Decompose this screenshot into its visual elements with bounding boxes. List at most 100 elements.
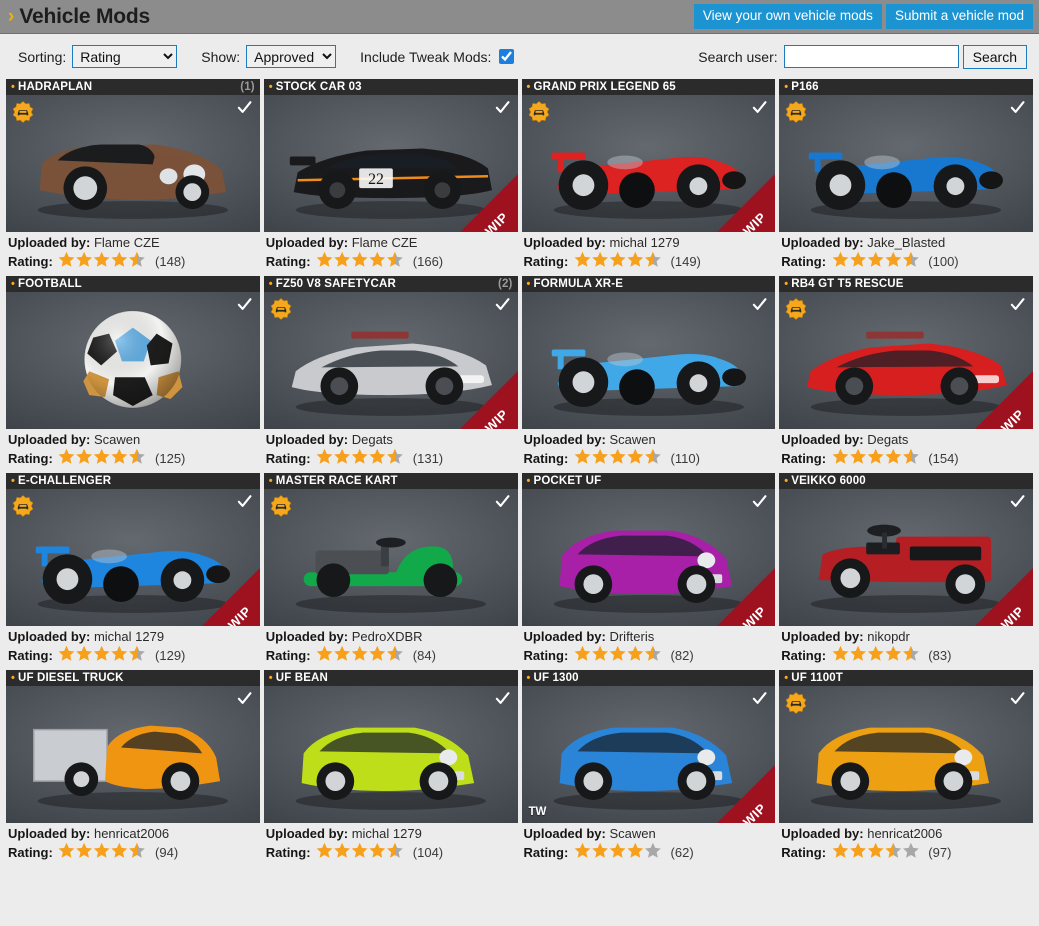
mod-card[interactable]: • POCKET UF WIP Uploaded by: Drifteris R… (521, 473, 776, 666)
bullet-icon: • (11, 277, 16, 290)
view-own-mods-button[interactable]: View your own vehicle mods (693, 4, 882, 29)
mod-thumbnail[interactable]: 22 WIP (263, 95, 518, 232)
approved-check-icon (237, 691, 252, 706)
mod-card-header: • UF 1300 (521, 670, 776, 686)
rating-line: Rating: (104) (266, 842, 516, 863)
mod-card[interactable]: • UF 1100T Uploaded by: henricat2006 Rat… (779, 670, 1033, 863)
bullet-icon: • (268, 80, 273, 93)
mod-thumbnail[interactable]: TW WIP (521, 686, 776, 823)
mod-thumbnail[interactable]: WIP (521, 95, 776, 232)
rating-vote-count: (131) (412, 451, 444, 466)
uploaded-by-label: Uploaded by: (265, 826, 349, 841)
mod-card[interactable]: • FOOTBALL Uploaded by: Scawen Rating: (… (6, 276, 260, 469)
uploader-name: Degats (867, 432, 909, 447)
mod-thumbnail[interactable]: WIP (779, 292, 1033, 429)
show-select[interactable]: ApprovedAllUnapproved (246, 45, 337, 68)
wip-ribbon: WIP (711, 168, 776, 232)
mod-meta: Uploaded by: Flame CZE Rating: (166) (263, 232, 518, 272)
mod-thumbnail[interactable]: WIP (263, 292, 518, 429)
rating-vote-count: (94) (155, 845, 179, 860)
mod-card[interactable]: • P166 Uploaded by: Jake_Blasted Rating:… (779, 79, 1033, 272)
mod-thumbnail[interactable] (6, 686, 260, 823)
mod-meta: Uploaded by: henricat2006 Rating: (97) (779, 823, 1033, 863)
rating-stars (316, 251, 406, 272)
mod-meta: Uploaded by: Degats Rating: (131) (263, 429, 518, 469)
mod-thumbnail[interactable] (6, 292, 260, 429)
uploaded-by-label: Uploaded by: (523, 826, 606, 841)
submit-mod-button[interactable]: Submit a vehicle mod (885, 4, 1033, 29)
uploader-name: henricat2006 (93, 826, 170, 841)
mod-name: FORMULA XR-E (533, 278, 624, 290)
rating-label: Rating: (781, 648, 827, 663)
mod-thumbnail[interactable] (6, 95, 260, 232)
rating-stars (832, 842, 922, 863)
mod-meta: Uploaded by: nikopdr Rating: (83) (779, 626, 1033, 666)
mod-card[interactable]: • UF DIESEL TRUCK Uploaded by: henricat2… (6, 670, 260, 863)
mod-card[interactable]: • HADRAPLAN (1) Uploaded by: Flame CZE R… (6, 79, 260, 272)
mod-thumbnail[interactable]: WIP (779, 489, 1033, 626)
mod-thumbnail[interactable] (779, 686, 1033, 823)
bullet-icon: • (526, 80, 531, 93)
search-group: Search user: Search (698, 44, 1027, 69)
vehicle-badge-icon (12, 495, 34, 517)
mod-card[interactable]: • UF BEAN Uploaded by: michal 1279 Ratin… (263, 670, 518, 863)
bullet-icon: • (784, 474, 789, 487)
rating-label: Rating: (8, 845, 53, 860)
rating-stars (58, 448, 148, 469)
rating-label: Rating: (265, 254, 311, 269)
uploader-name: henricat2006 (867, 826, 943, 841)
bullet-icon: • (784, 671, 789, 684)
rating-stars (58, 251, 148, 272)
mod-card[interactable]: • STOCK CAR 03 22 WIP Uploaded by: Flame… (263, 79, 518, 272)
mod-meta: Uploaded by: Scawen Rating: (110) (521, 429, 776, 469)
bullet-icon: • (526, 671, 531, 684)
mod-card[interactable]: • RB4 GT T5 RESCUE WIP Uploaded by: Dega… (779, 276, 1033, 469)
rating-vote-count: (97) (928, 845, 952, 860)
rating-line: Rating: (166) (266, 251, 516, 272)
uploader-line: Uploaded by: michal 1279 (266, 825, 516, 842)
rating-stars (574, 251, 664, 272)
sorting-select[interactable]: RatingDateNameDownloads (72, 45, 178, 68)
uploader-name: Flame CZE (351, 235, 418, 250)
wip-label: WIP (740, 800, 770, 823)
mod-name: P166 (791, 81, 819, 93)
vehicle-badge-icon (270, 495, 292, 517)
mod-card[interactable]: • FORMULA XR-E Uploaded by: Scawen Ratin… (521, 276, 776, 469)
mod-card-header: • FZ50 V8 SAFETYCAR (2) (263, 276, 518, 292)
show-label: Show: (201, 48, 241, 65)
uploader-line: Uploaded by: michal 1279 (524, 234, 774, 251)
rating-line: Rating: (62) (524, 842, 774, 863)
mod-card[interactable]: • E-CHALLENGER WIP Uploaded by: michal 1… (6, 473, 260, 666)
mod-thumbnail[interactable]: WIP (6, 489, 260, 626)
mod-thumbnail[interactable] (263, 686, 518, 823)
mod-thumbnail[interactable] (521, 292, 776, 429)
mod-card[interactable]: • FZ50 V8 SAFETYCAR (2) WIP Uploaded by:… (263, 276, 518, 469)
mod-name: FOOTBALL (18, 278, 82, 290)
mod-card[interactable]: • UF 1300 TW WIP Uploaded by: Scawen Rat… (521, 670, 776, 863)
search-button[interactable]: Search (962, 44, 1027, 69)
mod-card[interactable]: • GRAND PRIX LEGEND 65 WIP Uploaded by: … (521, 79, 776, 272)
rating-vote-count: (166) (412, 254, 444, 269)
uploader-line: Uploaded by: nikopdr (781, 628, 1031, 645)
rating-line: Rating: (129) (8, 645, 258, 666)
vehicle-badge-icon (528, 101, 550, 123)
uploader-name: Jake_Blasted (867, 235, 946, 250)
mod-card[interactable]: • MASTER RACE KART Uploaded by: PedroXDB… (263, 473, 518, 666)
uploaded-by-label: Uploaded by: (523, 432, 606, 447)
search-user-input[interactable] (783, 45, 959, 68)
rating-vote-count: (125) (155, 451, 186, 466)
wip-ribbon: WIP (711, 562, 776, 626)
mod-thumbnail[interactable] (263, 489, 518, 626)
mod-name: STOCK CAR 03 (275, 81, 362, 93)
mod-thumbnail[interactable] (779, 95, 1033, 232)
titlebar-actions: View your own vehicle mods Submit a vehi… (693, 4, 1033, 29)
mod-meta: Uploaded by: Scawen Rating: (125) (6, 429, 260, 469)
approved-check-icon (495, 100, 510, 115)
uploader-line: Uploaded by: Scawen (8, 431, 258, 448)
bullet-icon: • (268, 671, 273, 684)
mod-name: RB4 GT T5 RESCUE (791, 278, 904, 290)
mod-thumbnail[interactable]: WIP (521, 489, 776, 626)
include-tweak-mods-checkbox[interactable] (499, 49, 515, 64)
uploader-name: Degats (351, 432, 393, 447)
mod-card[interactable]: • VEIKKO 6000 WIP Uploaded by: nikopdr R… (779, 473, 1033, 666)
